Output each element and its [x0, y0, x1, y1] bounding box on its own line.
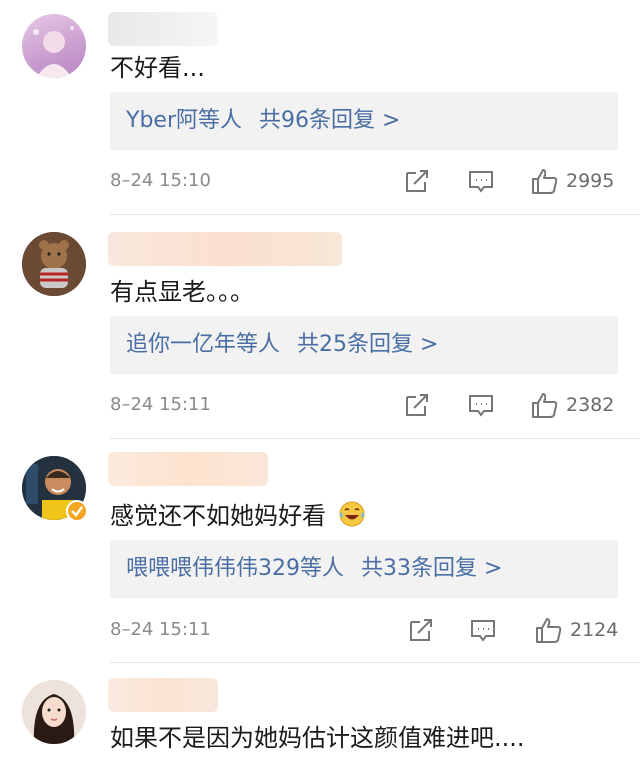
avatar-image [22, 680, 86, 744]
comment-text: 有点显老。。。 [110, 278, 254, 306]
comment-icon[interactable] [466, 390, 496, 420]
username-blurred[interactable] [108, 12, 218, 46]
avatar-image [33, 26, 74, 78]
avatar[interactable] [22, 14, 86, 78]
reply-summary-link[interactable]: 追你一亿年等人 共25条回复 > [110, 316, 618, 374]
divider [110, 662, 640, 663]
timestamp: 8–24 15:11 [110, 619, 211, 640]
timestamp: 8–24 15:11 [110, 394, 211, 415]
share-icon[interactable] [406, 615, 436, 645]
divider [110, 214, 640, 215]
like-count: 2995 [566, 170, 615, 192]
divider [110, 438, 640, 439]
laughing-crying-emoji-icon [339, 501, 365, 527]
share-icon[interactable] [402, 390, 432, 420]
reply-users: Yber阿等人 [126, 108, 242, 133]
thumbs-up-icon[interactable] [530, 166, 560, 196]
reply-count: 共96条回复 > [258, 108, 401, 133]
verified-badge-icon [66, 500, 88, 522]
comment-meta: 8–24 15:11 2124 [110, 615, 620, 649]
reply-users: 喂喂喂伟伟伟329等人 [126, 556, 344, 581]
reply-count: 共33条回复 > [361, 556, 503, 581]
like-count: 2382 [566, 394, 615, 416]
thumbs-up-icon[interactable] [530, 390, 560, 420]
reply-summary-link[interactable]: 喂喂喂伟伟伟329等人 共33条回复 > [110, 540, 618, 598]
username-blurred[interactable] [108, 678, 218, 712]
comment-icon[interactable] [468, 615, 498, 645]
username-blurred[interactable] [108, 232, 342, 266]
comment-meta: 8–24 15:11 2382 [110, 390, 620, 424]
comment-text-body: 感觉还不如她妈好看 [110, 502, 326, 530]
thumbs-up-icon[interactable] [534, 615, 564, 645]
comment-meta: 8–24 15:10 2995 [110, 166, 620, 200]
reply-users: 追你一亿年等人 [126, 332, 281, 357]
reply-summary-link[interactable]: Yber阿等人 共96条回复 > [110, 92, 618, 150]
like-count: 2124 [570, 619, 619, 641]
username-blurred[interactable] [108, 452, 268, 486]
avatar[interactable] [22, 232, 86, 296]
comment-icon[interactable] [466, 166, 496, 196]
comment-text: 如果不是因为她妈估计这颜值难进吧.... [110, 724, 525, 752]
avatar[interactable] [22, 680, 86, 744]
avatar-image [22, 232, 86, 296]
timestamp: 8–24 15:10 [110, 170, 211, 191]
comment-text: 感觉还不如她妈好看 [110, 496, 366, 531]
reply-count: 共25条回复 > [297, 332, 439, 357]
comment-text: 不好看... [110, 54, 205, 82]
share-icon[interactable] [402, 166, 432, 196]
